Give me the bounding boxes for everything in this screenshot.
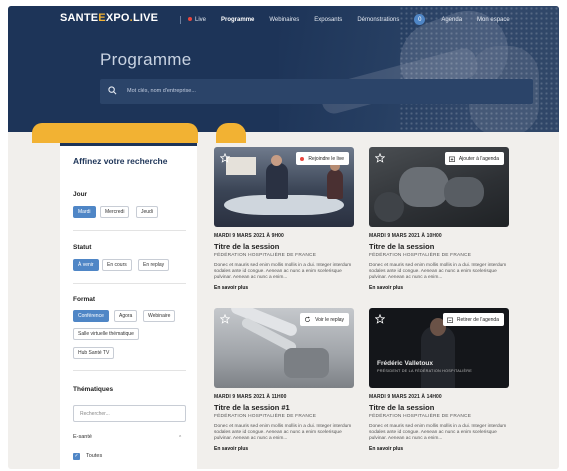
chip-agora[interactable]: Agora <box>114 310 138 322</box>
chip-a-venir[interactable]: À venir <box>73 259 99 271</box>
chip-salle-virtuelle[interactable]: Salle virtuelle thématique <box>73 328 139 340</box>
page-frame: SANTEEXPO.LIVE Live Programme Webinaires… <box>8 6 559 469</box>
divider <box>73 370 186 371</box>
search-icon <box>108 86 117 95</box>
search-placeholder: Mot clés, nom d'entreprise... <box>127 88 196 94</box>
chip-mercredi[interactable]: Mercredi <box>100 206 130 218</box>
session-date: MARDI 9 MARS 2021 À 11H00 <box>214 394 287 400</box>
star-icon[interactable] <box>220 153 230 163</box>
nav-item-agenda[interactable]: Agenda <box>441 17 462 23</box>
group-esante-label[interactable]: E-santé <box>73 434 92 440</box>
search-bar[interactable]: Mot clés, nom d'entreprise... <box>100 79 533 104</box>
session-title[interactable]: Titre de la session <box>369 403 509 412</box>
divider <box>73 283 186 284</box>
learn-more-link[interactable]: En savoir plus <box>369 285 509 291</box>
top-navigation: SANTEEXPO.LIVE Live Programme Webinaires… <box>8 6 559 30</box>
nav-item-mon-espace[interactable]: Mon espace <box>477 17 510 23</box>
logo[interactable]: SANTEEXPO.LIVE <box>60 12 158 24</box>
nav-item-programme[interactable]: Programme <box>221 17 254 23</box>
session-title[interactable]: Titre de la session <box>214 242 354 251</box>
star-icon[interactable] <box>375 153 385 163</box>
session-date: MARDI 9 MARS 2021 À 9H00 <box>214 233 284 239</box>
session-card[interactable]: Ajouter à l'agenda MARDI 9 MARS 2021 À 1… <box>369 147 509 291</box>
chevron-up-icon[interactable]: ⌃ <box>178 435 182 441</box>
session-organizer: FÉDÉRATION HOSPITALIÈRE DE FRANCE <box>214 414 317 419</box>
live-dot-icon <box>300 156 305 161</box>
session-thumbnail[interactable]: Voir le replay <box>214 308 354 388</box>
calendar-add-icon <box>448 156 455 162</box>
chip-en-cours[interactable]: En cours <box>102 259 132 271</box>
session-title[interactable]: Titre de la session #1 <box>214 403 354 412</box>
session-organizer: FÉDÉRATION HOSPITALIÈRE DE FRANCE <box>369 253 472 258</box>
speaker-role: PRÉSIDENT DE LA FÉDÉRATION HOSPITALIÈRE <box>377 369 472 373</box>
filter-format-label: Format <box>73 296 96 303</box>
nav-item-exposants[interactable]: Exposants <box>314 17 342 23</box>
session-date: MARDI 9 MARS 2021 À 10H00 <box>369 233 442 239</box>
live-indicator-icon <box>188 16 192 21</box>
session-thumbnail[interactable]: Rejoindre le live <box>214 147 354 227</box>
remove-from-agenda-button[interactable]: Retirer de l'agenda <box>442 313 504 326</box>
filter-statut-label: Statut <box>73 244 92 251</box>
watch-replay-button[interactable]: Voir le replay <box>300 313 349 326</box>
page-title: Programme <box>100 50 192 69</box>
replay-icon <box>305 316 311 322</box>
main-nav: Live Programme Webinaires Exposants Démo… <box>180 14 525 25</box>
chip-hub-sante-tv[interactable]: Hub Santé TV <box>73 347 115 359</box>
session-description: Donec et mauris sed enim mollis mollis i… <box>369 424 507 442</box>
session-thumbnail[interactable]: Frédéric Valletoux PRÉSIDENT DE LA FÉDÉR… <box>369 308 509 388</box>
session-card[interactable]: Voir le replay MARDI 9 MARS 2021 À 11H00… <box>214 308 354 452</box>
session-organizer: FÉDÉRATION HOSPITALIÈRE DE FRANCE <box>214 253 317 258</box>
session-card[interactable]: Frédéric Valletoux PRÉSIDENT DE LA FÉDÉR… <box>369 308 509 452</box>
learn-more-link[interactable]: En savoir plus <box>369 446 509 452</box>
add-to-agenda-button[interactable]: Ajouter à l'agenda <box>444 152 504 165</box>
nav-item-live[interactable]: Live <box>188 17 206 23</box>
nav-item-webinaires[interactable]: Webinaires <box>269 17 299 23</box>
filter-heading: Affinez votre recherche <box>73 156 168 166</box>
speaker-name: Frédéric Valletoux <box>377 360 433 367</box>
nav-item-demonstrations[interactable]: Démonstrations <box>357 17 399 23</box>
chip-en-replay[interactable]: En replay <box>138 259 170 271</box>
session-thumbnail[interactable]: Ajouter à l'agenda <box>369 147 509 227</box>
learn-more-link[interactable]: En savoir plus <box>214 285 354 291</box>
filter-panel: Affinez votre recherche Jour Mardi Mercr… <box>60 143 197 469</box>
learn-more-link[interactable]: En savoir plus <box>214 446 354 452</box>
decorative-tab <box>216 123 246 143</box>
filter-jour-label: Jour <box>73 191 88 198</box>
chip-jeudi[interactable]: Jeudi <box>136 206 158 218</box>
checkbox-toutes[interactable]: ✓ <box>73 453 80 460</box>
chip-mardi[interactable]: Mardi <box>73 206 96 218</box>
session-card[interactable]: Rejoindre le live MARDI 9 MARS 2021 À 9H… <box>214 147 354 291</box>
divider <box>73 230 186 231</box>
star-icon[interactable] <box>220 314 230 324</box>
session-description: Donec et mauris sed enim mollis mollis i… <box>369 263 507 281</box>
session-description: Donec et mauris sed enim mollis mollis i… <box>214 424 352 442</box>
session-date: MARDI 9 MARS 2021 À 14H00 <box>369 394 442 400</box>
hero-banner: SANTEEXPO.LIVE Live Programme Webinaires… <box>8 6 559 132</box>
calendar-remove-icon <box>447 317 453 323</box>
session-title[interactable]: Titre de la session <box>369 242 509 251</box>
filter-thematiques-label: Thématiques <box>73 386 114 393</box>
decorative-tab <box>32 123 198 143</box>
star-icon[interactable] <box>375 314 385 324</box>
join-live-button[interactable]: Rejoindre le live <box>296 152 349 165</box>
nav-separator <box>180 15 181 24</box>
notification-badge[interactable]: 0 <box>414 14 426 25</box>
checkbox-toutes-label: Toutes <box>86 453 103 459</box>
chip-webinaire[interactable]: Webinaire <box>143 310 176 322</box>
session-description: Donec et mauris sed enim mollis mollis i… <box>214 263 352 281</box>
thematiques-search-input[interactable]: Rechercher... <box>73 405 186 422</box>
session-organizer: FÉDÉRATION HOSPITALIÈRE DE FRANCE <box>369 414 472 419</box>
chip-conference[interactable]: Conférence <box>73 310 109 322</box>
